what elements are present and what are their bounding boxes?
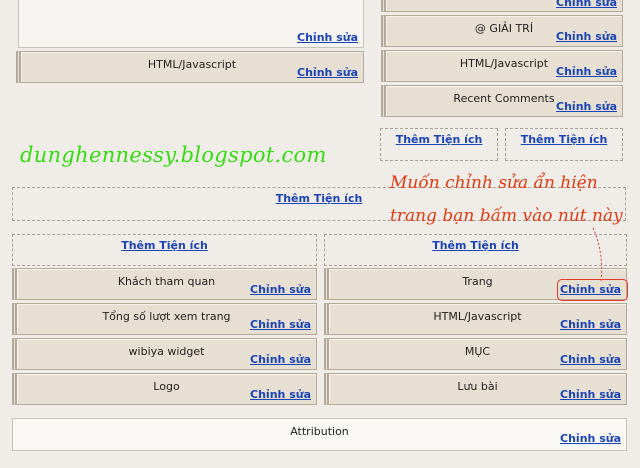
highlight-circle-trang-edit — [557, 279, 628, 301]
attribution-edit-link[interactable]: Chỉnh sửa — [560, 432, 621, 445]
add-widget-link[interactable]: Thêm Tiện ích — [13, 239, 316, 252]
attribution-panel: Attribution Chỉnh sửa — [12, 418, 627, 451]
annotation-line-1: Muốn chỉnh sửa ẩn hiện — [390, 173, 598, 193]
widget-recent-comments: Recent Comments Chỉnh sửa — [381, 85, 623, 117]
widget-luu-bai: Lưu bài Chỉnh sửa — [324, 373, 627, 405]
widget-edit-link[interactable]: Chỉnh sửa — [297, 66, 358, 79]
add-widget-link[interactable]: Thêm Tiện ích — [381, 133, 497, 146]
add-widget-box-footer-right: Thêm Tiện ích — [324, 234, 627, 266]
widget-muc: MỤC Chỉnh sửa — [324, 338, 627, 370]
widget-edit-link[interactable]: Chỉnh sửa — [250, 388, 311, 401]
add-widget-link[interactable]: Thêm Tiện ích — [325, 239, 626, 252]
add-widget-link[interactable]: Thêm Tiện ích — [506, 133, 622, 146]
widget-partial-top-right: Chỉnh sửa — [381, 0, 623, 12]
annotation-note: Muốn chỉnh sửa ẩn hiện trang bạn bấm vào… — [390, 168, 623, 231]
watermark-blog-url: dunghennessy.blogspot.com — [20, 143, 327, 167]
widget-edit-link[interactable]: Chỉnh sửa — [250, 353, 311, 366]
widget-html-javascript-right: HTML/Javascript Chỉnh sửa — [381, 50, 623, 82]
widget-khach-tham-quan: Khách tham quan Chỉnh sửa — [12, 268, 317, 300]
annotation-line-2: trang bạn bấm vào nút này — [390, 206, 623, 226]
widget-logo: Logo Chỉnh sửa — [12, 373, 317, 405]
widget-html-javascript-left: HTML/Javascript Chỉnh sửa — [16, 51, 364, 83]
widget-edit-link[interactable]: Chỉnh sửa — [556, 65, 617, 78]
widget-edit-link[interactable]: Chỉnh sửa — [560, 318, 621, 331]
widget-edit-link[interactable]: Chỉnh sửa — [250, 283, 311, 296]
widget-edit-link[interactable]: Chỉnh sửa — [560, 388, 621, 401]
add-widget-box-sidebar-right: Thêm Tiện ích — [505, 128, 623, 161]
add-widget-box-sidebar-left: Thêm Tiện ích — [380, 128, 498, 161]
add-widget-box-footer-left: Thêm Tiện ích — [12, 234, 317, 266]
widget-edit-link[interactable]: Chỉnh sửa — [556, 30, 617, 43]
attribution-title: Attribution — [290, 425, 349, 438]
widget-html-javascript-footer: HTML/Javascript Chỉnh sửa — [324, 303, 627, 335]
widget-edit-link[interactable]: Chỉnh sửa — [556, 0, 617, 9]
top-left-panel: Chỉnh sửa — [18, 0, 364, 48]
widget-edit-link[interactable]: Chỉnh sửa — [250, 318, 311, 331]
widget-tong-so-luot-xem-trang: Tổng số lượt xem trang Chỉnh sửa — [12, 303, 317, 335]
widget-wibiya: wibiya widget Chỉnh sửa — [12, 338, 317, 370]
widget-edit-link[interactable]: Chỉnh sửa — [560, 353, 621, 366]
widget-edit-link[interactable]: Chỉnh sửa — [556, 100, 617, 113]
widget-giai-tri: @ GIẢI TRÍ Chỉnh sửa — [381, 15, 623, 47]
top-left-panel-edit-link[interactable]: Chỉnh sửa — [297, 31, 358, 44]
